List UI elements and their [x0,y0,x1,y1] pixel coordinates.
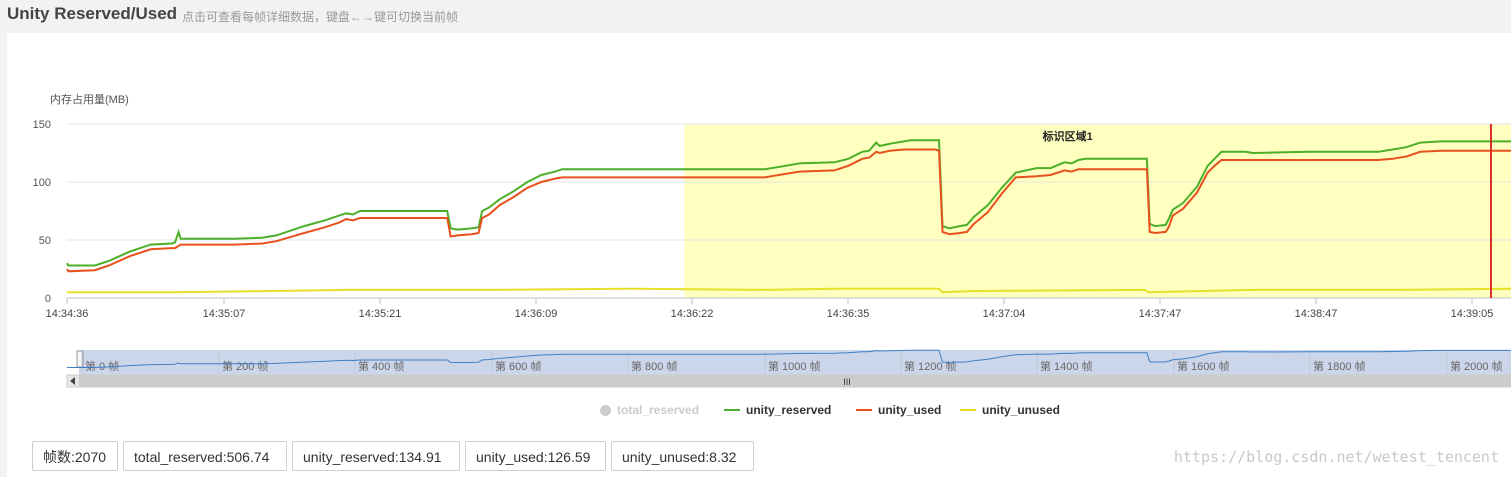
legend-item-unity-used[interactable]: unity_used [856,403,941,417]
navigator-label: 第 0 帧 [85,359,119,373]
marked-region-label: 标识区域1 [1042,129,1093,143]
scrollbar-grip: III [843,377,851,387]
x-tick-label: 14:36:22 [671,308,714,320]
legend-item-total-reserved[interactable]: total_reserved [600,403,699,417]
legend-disabled-dot-icon [600,404,611,416]
stat-unity-unused: unity_unused:8.32 [611,441,754,471]
legend-line-icon [724,409,740,411]
legend-label: unity_used [878,403,942,417]
legend-line-icon [856,409,872,411]
legend-line-icon [960,409,976,411]
x-tick-label: 14:37:04 [983,308,1026,320]
x-tick-label: 14:36:09 [515,308,558,320]
stat-unity-used: unity_used:126.59 [465,441,606,471]
x-tick-label: 14:35:07 [203,308,246,320]
stat-frame-count: 帧数:2070 [32,441,118,471]
x-tick-label: 14:39:05 [1451,308,1494,320]
stat-total-reserved: total_reserved:506.74 [123,441,287,471]
x-tick-label: 14:35:21 [359,308,402,320]
y-tick-label: 0 [45,293,51,305]
memory-chart[interactable]: 内存占用量(MB) 标识区域1 0 50 100 150 14:34:36 14:35:… [0,0,1511,400]
scrollbar-thumb[interactable] [79,375,1511,387]
navigator-label: 第 600 帧 [495,359,541,373]
legend-label: unity_reserved [746,403,832,417]
watermark: https://blog.csdn.net/wetest_tencent [1173,448,1499,466]
legend-item-unity-reserved[interactable]: unity_reserved [724,403,831,417]
y-tick-label: 100 [33,177,51,189]
x-tick-label: 14:38:47 [1295,308,1338,320]
x-tick-label: 14:37:47 [1139,308,1182,320]
y-tick-label: 150 [33,119,51,131]
navigator-label: 第 1200 帧 [904,359,957,373]
navigator-label: 第 1400 帧 [1040,359,1093,373]
navigator-label: 第 2000 帧 [1450,359,1503,373]
navigator-label: 第 1800 帧 [1313,359,1366,373]
legend-item-unity-unused[interactable]: unity_unused [960,403,1060,417]
x-tick-label: 14:34:36 [46,308,89,320]
y-axis-label: 内存占用量(MB) [50,92,129,106]
navigator-label: 第 200 帧 [222,359,268,373]
stat-unity-reserved: unity_reserved:134.91 [292,441,460,471]
navigator-label: 第 400 帧 [358,359,404,373]
navigator-label: 第 800 帧 [631,359,677,373]
legend-label: total_reserved [617,403,700,417]
x-tick-label: 14:36:35 [827,308,870,320]
navigator-label: 第 1000 帧 [768,359,821,373]
navigator-label: 第 1600 帧 [1177,359,1230,373]
legend-label: unity_unused [982,403,1061,417]
y-tick-label: 50 [39,235,51,247]
